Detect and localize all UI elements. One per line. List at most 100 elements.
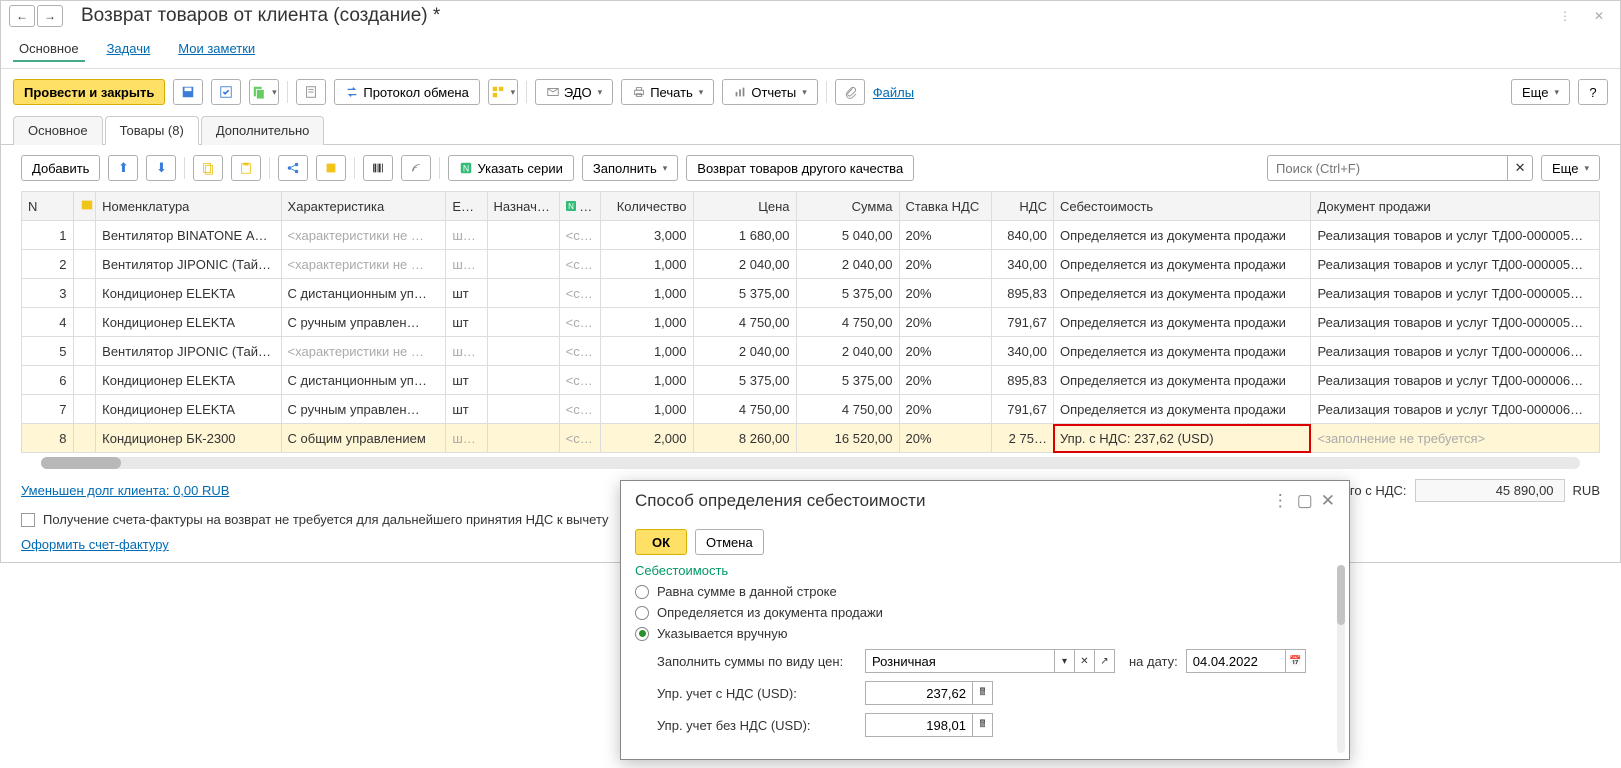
goods-table: N Номенклатура Характеристика Е… Назнач……: [21, 191, 1600, 453]
popup-section-label: Себестоимость: [635, 563, 1335, 578]
date-input[interactable]: [1186, 649, 1286, 673]
col-qty[interactable]: Количество: [600, 192, 693, 221]
move-down-button[interactable]: ⬇: [146, 155, 176, 181]
post-close-button[interactable]: Провести и закрыть: [13, 79, 165, 105]
svg-text:N: N: [568, 202, 574, 211]
structure-button[interactable]: ▾: [488, 79, 518, 105]
date-label: на дату:: [1129, 654, 1178, 669]
f2-label: Упр. учет без НДС (USD):: [657, 718, 857, 733]
tab-notes[interactable]: Мои заметки: [172, 37, 261, 62]
table-row[interactable]: 2Вентилятор JIPONIC (Тай…<характеристики…: [22, 250, 1600, 279]
col-sum[interactable]: Сумма: [796, 192, 899, 221]
subtab-extra[interactable]: Дополнительно: [201, 116, 325, 145]
f2-input[interactable]: [865, 713, 973, 737]
return-quality-button[interactable]: Возврат товаров другого качества: [686, 155, 914, 181]
help-button[interactable]: ?: [1578, 79, 1608, 105]
col-cost[interactable]: Себестоимость: [1053, 192, 1311, 221]
tab-tasks[interactable]: Задачи: [101, 37, 157, 62]
paste-rows-button[interactable]: [231, 155, 261, 181]
series-label: Указать серии: [477, 161, 562, 176]
files-link[interactable]: Файлы: [873, 85, 914, 100]
radio-manual-label: Указывается вручную: [657, 626, 787, 641]
search-input[interactable]: [1267, 155, 1507, 181]
total-value: 45 890,00: [1415, 479, 1565, 502]
page-title: Возврат товаров от клиента (создание) *: [81, 5, 440, 27]
table-row[interactable]: 1Вентилятор BINATONE А…<характеристики н…: [22, 221, 1600, 250]
col-ser[interactable]: N С…: [559, 192, 600, 221]
close-icon[interactable]: ✕: [1586, 5, 1612, 27]
fill-button[interactable]: Заполнить▾: [582, 155, 678, 181]
popup-maximize-icon[interactable]: ▢: [1297, 491, 1313, 511]
reports-label: Отчеты: [751, 85, 796, 100]
radio-equal-sum[interactable]: [635, 585, 649, 599]
calendar-icon[interactable]: 📅: [1286, 649, 1306, 673]
popup-scrollbar[interactable]: [1337, 565, 1345, 753]
exchange-protocol-button[interactable]: Протокол обмена: [334, 79, 480, 105]
date-combo[interactable]: 📅: [1186, 649, 1306, 673]
print-button[interactable]: Печать▾: [621, 79, 714, 105]
fill-label: Заполнить: [593, 161, 657, 176]
debt-link[interactable]: Уменьшен долг клиента: 0,00 RUB: [21, 483, 229, 498]
horizontal-scrollbar[interactable]: [41, 457, 1580, 469]
price-type-combo[interactable]: ▾ ✕ ↗: [865, 649, 1115, 673]
menu-dots-icon[interactable]: ⋮: [1552, 5, 1578, 27]
col-pict[interactable]: [73, 192, 96, 221]
import-button[interactable]: [316, 155, 346, 181]
col-price[interactable]: Цена: [693, 192, 796, 221]
table-row[interactable]: 7Кондиционер ELEKTAС ручным управлен…шт<…: [22, 395, 1600, 424]
svg-text:N: N: [463, 164, 469, 174]
currency: RUB: [1573, 483, 1600, 498]
search-clear-button[interactable]: ✕: [1507, 155, 1533, 181]
col-char[interactable]: Характеристика: [281, 192, 446, 221]
invoice-checkbox[interactable]: [21, 513, 35, 527]
post-button[interactable]: [211, 79, 241, 105]
radio-manual[interactable]: [635, 627, 649, 641]
col-unit[interactable]: Е…: [446, 192, 487, 221]
popup-ok-button[interactable]: ОК: [635, 529, 687, 555]
forward-button[interactable]: →: [37, 5, 63, 27]
table-row[interactable]: 4Кондиционер ELEKTAС ручным управлен…шт<…: [22, 308, 1600, 337]
more-button[interactable]: Еще▾: [1511, 79, 1570, 105]
move-up-button[interactable]: ⬆: [108, 155, 138, 181]
subtab-main[interactable]: Основное: [13, 116, 103, 145]
table-row[interactable]: 6Кондиционер ELEKTAС дистанционным уп…шт…: [22, 366, 1600, 395]
col-vatrate[interactable]: Ставка НДС: [899, 192, 992, 221]
f1-input[interactable]: [865, 681, 973, 705]
subtab-goods[interactable]: Товары (8): [105, 116, 199, 145]
col-purpose[interactable]: Назнач…: [487, 192, 559, 221]
radio-from-doc[interactable]: [635, 606, 649, 620]
share-button[interactable]: [278, 155, 308, 181]
attach-button[interactable]: [835, 79, 865, 105]
document-icon-button[interactable]: [296, 79, 326, 105]
create-invoice-link[interactable]: Оформить счет-фактуру: [21, 537, 169, 552]
reports-button[interactable]: Отчеты▾: [722, 79, 817, 105]
print-label: Печать: [650, 85, 693, 100]
save-button[interactable]: [173, 79, 203, 105]
col-nom[interactable]: Номенклатура: [96, 192, 281, 221]
based-on-button[interactable]: ▾: [249, 79, 279, 105]
rfid-button[interactable]: [401, 155, 431, 181]
col-n[interactable]: N: [22, 192, 74, 221]
col-vat[interactable]: НДС: [992, 192, 1054, 221]
barcode-button[interactable]: [363, 155, 393, 181]
back-button[interactable]: ←: [9, 5, 35, 27]
combo-dropdown-icon[interactable]: ▾: [1055, 649, 1075, 673]
col-doc[interactable]: Документ продажи: [1311, 192, 1600, 221]
calculator-icon-2[interactable]: 🖩: [973, 713, 993, 737]
table-row[interactable]: 5Вентилятор JIPONIC (Тай…<характеристики…: [22, 337, 1600, 366]
tab-main[interactable]: Основное: [13, 37, 85, 62]
popup-cancel-button[interactable]: Отмена: [695, 529, 764, 555]
edo-button[interactable]: ЭДО▾: [535, 79, 613, 105]
combo-open-icon[interactable]: ↗: [1095, 649, 1115, 673]
table-row[interactable]: 3Кондиционер ELEKTAС дистанционным уп…шт…: [22, 279, 1600, 308]
price-type-input[interactable]: [865, 649, 1055, 673]
calculator-icon[interactable]: 🖩: [973, 681, 993, 705]
copy-rows-button[interactable]: [193, 155, 223, 181]
popup-menu-icon[interactable]: ⋮: [1272, 491, 1289, 511]
series-button[interactable]: N Указать серии: [448, 155, 573, 181]
add-button[interactable]: Добавить: [21, 155, 100, 181]
toolbar2-more-button[interactable]: Еще▾: [1541, 155, 1600, 181]
popup-close-icon[interactable]: ✕: [1321, 491, 1335, 511]
combo-clear-icon[interactable]: ✕: [1075, 649, 1095, 673]
table-row[interactable]: 8Кондиционер БК-2300С общим управлениемш…: [22, 424, 1600, 453]
